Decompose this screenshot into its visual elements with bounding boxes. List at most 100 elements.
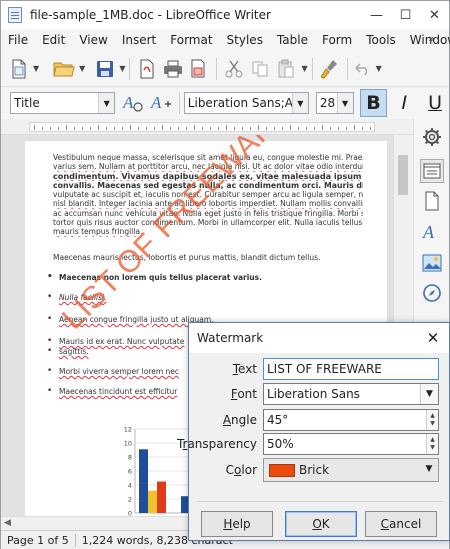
list-item: Maecenas tincidunt est efficitur bbox=[47, 386, 177, 396]
maximize-button[interactable]: ☐ bbox=[391, 1, 420, 29]
sidebar-gallery-button[interactable] bbox=[420, 251, 444, 275]
font-name-combo[interactable]: Liberation Sans;Ari ▼ bbox=[183, 92, 309, 114]
spin-buttons[interactable]: ▲ ▼ bbox=[426, 410, 438, 430]
ruler-tick bbox=[74, 127, 75, 130]
ruler-tick bbox=[122, 127, 123, 130]
print-preview-button[interactable] bbox=[186, 57, 212, 81]
chevron-down-icon[interactable]: ▼ bbox=[336, 93, 353, 113]
spin-up-icon[interactable]: ▲ bbox=[430, 436, 435, 444]
sidebar-styles-button[interactable]: A bbox=[420, 219, 444, 243]
menu-overflow-button[interactable]: » bbox=[428, 32, 435, 45]
label-rest: ngle bbox=[231, 413, 257, 427]
new-dropdown-arrow[interactable]: ▼ bbox=[33, 64, 39, 73]
ruler-tick bbox=[50, 127, 51, 130]
sidebar-settings-button[interactable] bbox=[420, 125, 444, 149]
accelerator-letter: C bbox=[380, 517, 390, 531]
save-dropdown-arrow[interactable]: ▼ bbox=[119, 64, 125, 73]
ruler-tick bbox=[58, 127, 59, 130]
dialog-separator bbox=[197, 501, 443, 502]
paste-dropdown-arrow[interactable]: ▼ bbox=[301, 64, 307, 73]
save-button[interactable] bbox=[93, 57, 117, 81]
ok-button[interactable]: OK bbox=[285, 511, 357, 537]
new-style-button[interactable]: A bbox=[147, 91, 175, 115]
menu-form[interactable]: Form bbox=[315, 33, 359, 47]
angle-spinbox[interactable]: 45° ▲ ▼ bbox=[263, 409, 439, 431]
export-pdf-button[interactable] bbox=[134, 57, 160, 81]
color-dropdown[interactable]: Brick ▼ bbox=[263, 458, 439, 482]
chevron-down-icon[interactable]: ▼ bbox=[98, 93, 115, 113]
menu-edit[interactable]: Edit bbox=[35, 33, 72, 47]
menu-window[interactable]: Window bbox=[403, 33, 450, 47]
update-style-button[interactable]: A bbox=[119, 91, 147, 115]
chevron-down-icon[interactable]: ▼ bbox=[420, 459, 438, 479]
text-label: Text bbox=[233, 362, 257, 376]
save-icon bbox=[97, 60, 114, 77]
menu-insert[interactable]: Insert bbox=[115, 33, 163, 47]
button-label-rest: K bbox=[321, 517, 330, 531]
chevron-down-icon[interactable]: ▼ bbox=[420, 384, 438, 404]
ruler-tick bbox=[130, 125, 131, 130]
chart-bar bbox=[148, 490, 157, 513]
ruler-tick bbox=[138, 127, 139, 130]
angle-row: Angle 45° ▲ ▼ bbox=[189, 409, 450, 431]
chevron-down-icon[interactable]: ▼ bbox=[291, 93, 308, 113]
menu-format[interactable]: Format bbox=[163, 33, 219, 47]
ruler-tick bbox=[322, 125, 323, 130]
font-size-combo[interactable]: 28 ▼ bbox=[315, 92, 354, 114]
ruler-tick bbox=[226, 125, 227, 130]
open-icon bbox=[53, 62, 75, 76]
minimize-button[interactable]: — bbox=[362, 1, 391, 29]
close-button[interactable]: ✕ bbox=[420, 1, 449, 29]
styles-icon: A bbox=[422, 222, 435, 241]
ruler-tick bbox=[250, 127, 251, 130]
transparency-spinbox[interactable]: 50% ▲ ▼ bbox=[263, 433, 439, 455]
watermark-text-input[interactable]: LIST OF FREEWARE bbox=[263, 358, 439, 380]
menu-file[interactable]: File bbox=[1, 33, 35, 47]
copy-button[interactable] bbox=[247, 57, 273, 81]
transparency-value: 50% bbox=[267, 437, 294, 451]
horizontal-ruler[interactable] bbox=[1, 119, 413, 135]
dialog-title: Watermark bbox=[197, 331, 264, 345]
bold-button[interactable]: B bbox=[359, 89, 388, 117]
scrollbar-thumb[interactable] bbox=[398, 155, 408, 195]
spin-up-icon[interactable]: ▲ bbox=[430, 412, 435, 420]
menu-view[interactable]: View bbox=[72, 33, 114, 47]
spin-buttons[interactable]: ▲ ▼ bbox=[426, 434, 438, 454]
ruler-tick bbox=[98, 125, 99, 130]
standard-toolbar: ▼ ▼ ▼ ▼ ▼ bbox=[1, 51, 449, 87]
open-button[interactable] bbox=[51, 57, 77, 81]
new-document-button[interactable] bbox=[7, 57, 31, 81]
sidebar-properties-button[interactable] bbox=[420, 159, 444, 183]
menu-tools[interactable]: Tools bbox=[359, 33, 403, 47]
svg-text:A: A bbox=[122, 93, 134, 112]
chart-bar bbox=[157, 481, 166, 513]
cancel-button[interactable]: Cancel bbox=[365, 511, 437, 537]
text-line: convallis. Maecenas sed egestas nulla, a… bbox=[53, 180, 363, 190]
spin-down-icon[interactable]: ▼ bbox=[430, 444, 435, 452]
svg-text:A: A bbox=[422, 222, 435, 241]
underline-button[interactable]: U bbox=[421, 89, 449, 117]
cut-button[interactable] bbox=[221, 57, 247, 81]
page-count[interactable]: Page 1 of 5 bbox=[7, 534, 69, 547]
menu-styles[interactable]: Styles bbox=[220, 33, 270, 47]
scroll-left-icon[interactable]: ◀ bbox=[4, 518, 11, 528]
print-button[interactable] bbox=[160, 57, 186, 81]
clone-formatting-button[interactable] bbox=[317, 57, 343, 81]
accelerator-letter: O bbox=[312, 517, 322, 531]
list-item: Maecenas non lorem quis tellus placerat … bbox=[47, 272, 262, 282]
menu-table[interactable]: Table bbox=[270, 33, 315, 47]
undo-dropdown-arrow[interactable]: ▼ bbox=[376, 64, 382, 73]
help-button[interactable]: Help bbox=[201, 511, 273, 537]
font-select-value: Liberation Sans bbox=[267, 387, 360, 401]
font-select[interactable]: Liberation Sans ▼ bbox=[263, 383, 439, 405]
sidebar-page-button[interactable] bbox=[420, 189, 444, 213]
dialog-close-button[interactable]: ✕ bbox=[423, 327, 443, 349]
sidebar-navigator-button[interactable] bbox=[420, 281, 444, 305]
undo-button[interactable] bbox=[352, 57, 374, 81]
text-line: Maecenas mauris lectus, lobortis et puru… bbox=[53, 253, 321, 262]
open-dropdown-arrow[interactable]: ▼ bbox=[79, 64, 85, 73]
paragraph-style-combo[interactable]: Title ▼ bbox=[10, 92, 116, 114]
spin-down-icon[interactable]: ▼ bbox=[430, 420, 435, 428]
italic-button[interactable]: I bbox=[390, 89, 418, 117]
paste-button[interactable] bbox=[273, 57, 299, 81]
